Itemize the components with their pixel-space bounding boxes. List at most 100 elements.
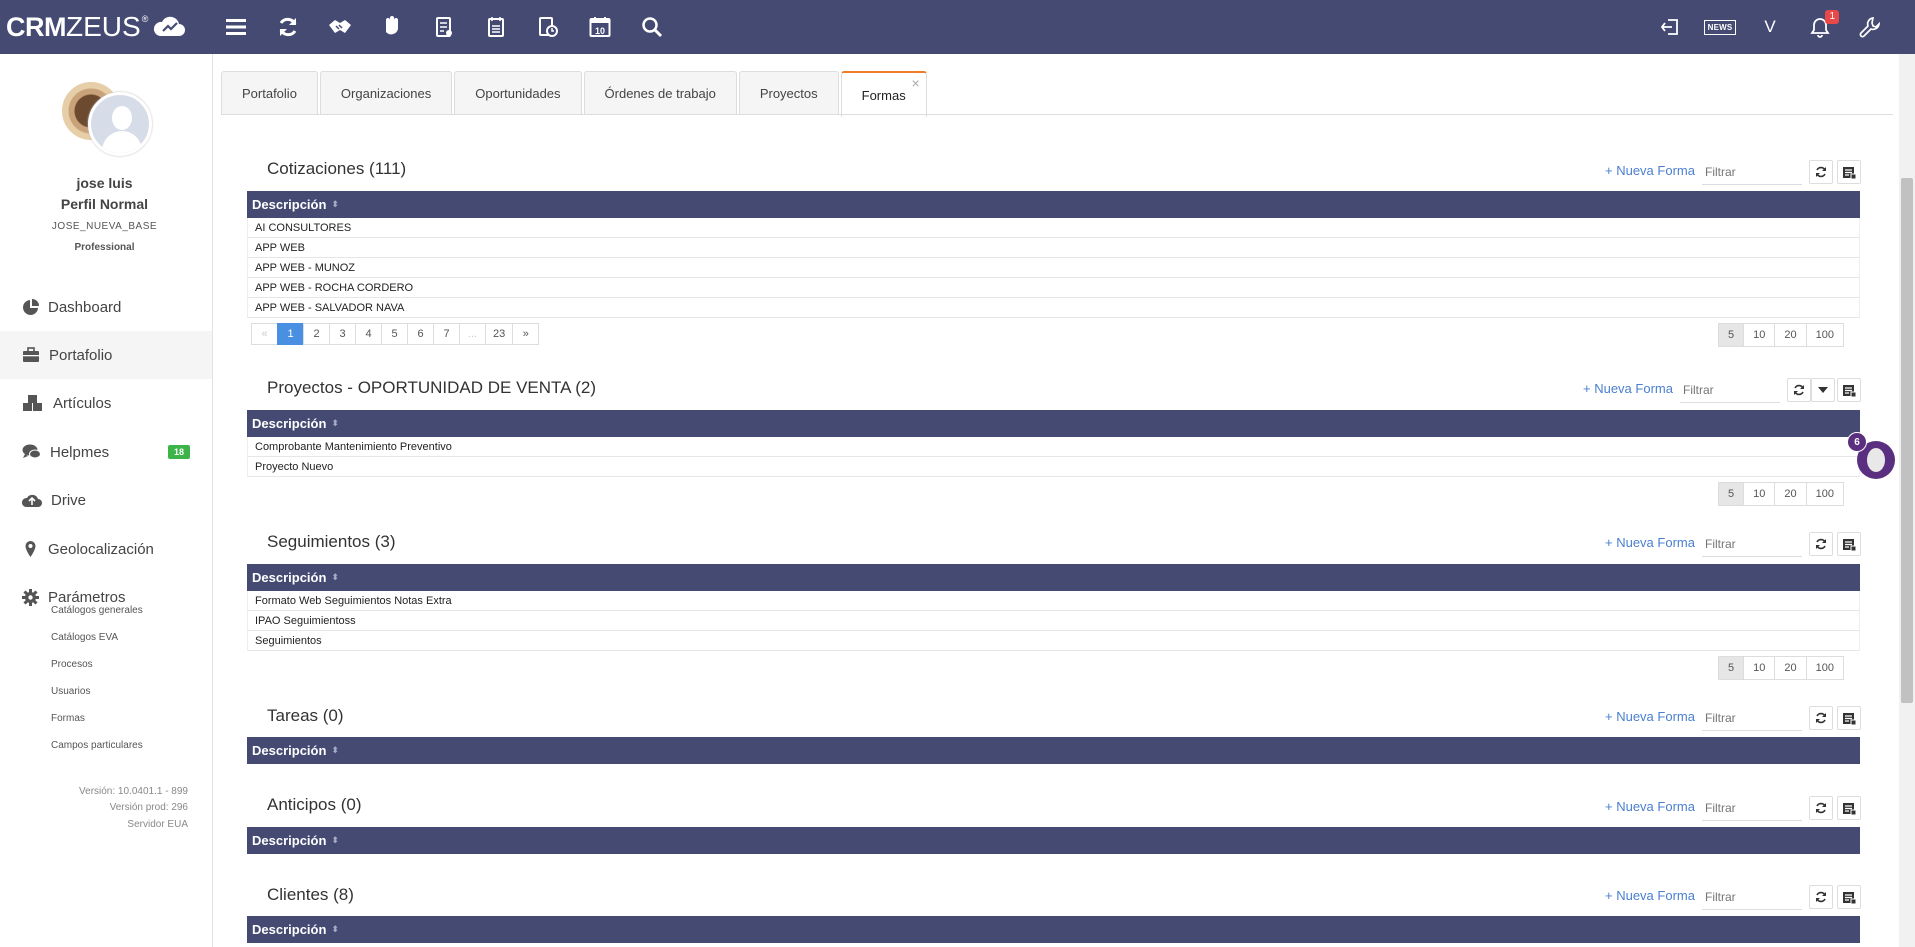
page-size-100[interactable]: 100 [1805, 656, 1844, 680]
filter-input[interactable] [1702, 531, 1802, 557]
page-4[interactable]: 4 [355, 323, 382, 345]
table-row[interactable]: Seguimientos [247, 631, 1860, 651]
new-form-link[interactable]: + Nueva Forma [1605, 163, 1695, 178]
table-row[interactable]: IPAO Seguimientoss [247, 611, 1860, 631]
new-form-link[interactable]: + Nueva Forma [1583, 381, 1673, 396]
page-size-100[interactable]: 100 [1805, 482, 1844, 506]
page-size-20[interactable]: 20 [1774, 323, 1807, 347]
page-next[interactable]: » [512, 323, 540, 345]
scrollbar-thumb[interactable] [1901, 178, 1913, 703]
filter-input[interactable] [1702, 705, 1802, 731]
document-list-icon[interactable] [418, 0, 470, 54]
filter-input[interactable] [1702, 159, 1802, 185]
export-button[interactable] [1837, 885, 1861, 909]
refresh-button[interactable] [1809, 160, 1833, 184]
table-row[interactable]: APP WEB - MUNOZ [247, 258, 1860, 278]
subnav-procesos[interactable]: Procesos [51, 659, 93, 670]
page-prev[interactable]: « [251, 323, 278, 345]
table-header[interactable]: Descripción ⬍ [247, 827, 1860, 854]
page-2[interactable]: 2 [303, 323, 330, 345]
new-form-link[interactable]: + Nueva Forma [1605, 535, 1695, 550]
tab-formas[interactable]: Formas × [840, 71, 927, 117]
page-scrollbar[interactable] [1899, 54, 1915, 947]
handshake-icon[interactable] [314, 0, 366, 54]
sort-icon[interactable]: ⬍ [331, 199, 339, 210]
sidebar-item-portafolio[interactable]: Portafolio [0, 331, 212, 379]
subnav-formas[interactable]: Formas [51, 713, 85, 724]
table-header[interactable]: Descripción ⬍ [247, 737, 1860, 764]
hand-money-icon[interactable] [366, 0, 418, 54]
refresh-button[interactable] [1787, 378, 1811, 402]
page-5[interactable]: 5 [381, 323, 408, 345]
table-header[interactable]: Descripción ⬍ [247, 410, 1860, 437]
subnav-campos-particulares[interactable]: Campos particulares [51, 740, 143, 751]
new-form-link[interactable]: + Nueva Forma [1605, 799, 1695, 814]
user-menu[interactable]: V [1745, 0, 1795, 54]
search-icon[interactable] [626, 0, 678, 54]
subnav-catalogos-generales[interactable]: Catálogos generales [51, 605, 143, 616]
refresh-button[interactable] [1809, 532, 1833, 556]
close-tab-icon[interactable]: × [912, 75, 920, 91]
news-icon[interactable]: NEWS [1695, 0, 1745, 54]
document-clock-icon[interactable] [522, 0, 574, 54]
export-button[interactable] [1837, 796, 1861, 820]
export-button[interactable] [1837, 706, 1861, 730]
tab-organizaciones[interactable]: Organizaciones [319, 71, 453, 115]
filter-input[interactable] [1680, 377, 1780, 403]
sidebar-item-helpmes[interactable]: Helpmes 18 [0, 428, 212, 476]
table-header[interactable]: Descripción ⬍ [247, 191, 1860, 218]
sort-icon[interactable]: ⬍ [331, 418, 339, 429]
page-size-10[interactable]: 10 [1743, 656, 1776, 680]
sort-icon[interactable]: ⬍ [331, 835, 339, 846]
table-row[interactable]: Proyecto Nuevo [247, 457, 1860, 477]
page-7[interactable]: 7 [433, 323, 460, 345]
page-3[interactable]: 3 [329, 323, 356, 345]
table-row[interactable]: APP WEB - ROCHA CORDERO [247, 278, 1860, 298]
table-row[interactable]: APP WEB [247, 238, 1860, 258]
page-size-5[interactable]: 5 [1718, 482, 1745, 506]
sidebar-item-geolocalizacion[interactable]: Geolocalización [0, 525, 212, 573]
logout-icon[interactable] [1645, 0, 1695, 54]
calendar-day-icon[interactable]: 10 [574, 0, 626, 54]
app-logo[interactable]: CRM ZEUS ® [0, 11, 210, 43]
table-row[interactable]: Formato Web Seguimientos Notas Extra [247, 591, 1860, 611]
refresh-button[interactable] [1809, 796, 1833, 820]
page-6[interactable]: 6 [407, 323, 434, 345]
calendar-list-icon[interactable] [470, 0, 522, 54]
page-size-5[interactable]: 5 [1718, 323, 1745, 347]
filter-input[interactable] [1702, 884, 1802, 910]
menu-icon[interactable] [210, 0, 262, 54]
table-row[interactable]: Comprobante Mantenimiento Preventivo [247, 437, 1860, 457]
tab-portafolio[interactable]: Portafolio [221, 71, 318, 115]
page-23[interactable]: 23 [485, 323, 514, 345]
new-form-link[interactable]: + Nueva Forma [1605, 709, 1695, 724]
page-size-20[interactable]: 20 [1774, 656, 1807, 680]
tab-oportunidades[interactable]: Oportunidades [454, 71, 582, 115]
sidebar-item-dashboard[interactable]: Dashboard [0, 283, 212, 331]
subnav-catalogos-eva[interactable]: Catálogos EVA [51, 632, 118, 643]
refresh-icon[interactable] [262, 0, 314, 54]
sort-icon[interactable]: ⬍ [331, 924, 339, 935]
page-size-5[interactable]: 5 [1718, 656, 1745, 680]
wrench-icon[interactable] [1845, 0, 1895, 54]
sort-icon[interactable]: ⬍ [331, 572, 339, 583]
export-button[interactable] [1837, 532, 1861, 556]
dropdown-button[interactable] [1811, 378, 1835, 402]
sidebar-item-drive[interactable]: Drive [0, 476, 212, 524]
table-header[interactable]: Descripción ⬍ [247, 564, 1860, 591]
table-header[interactable]: Descripción ⬍ [247, 916, 1860, 943]
export-button[interactable] [1837, 160, 1861, 184]
page-1[interactable]: 1 [277, 323, 304, 345]
new-form-link[interactable]: + Nueva Forma [1605, 888, 1695, 903]
page-size-10[interactable]: 10 [1743, 323, 1776, 347]
page-size-10[interactable]: 10 [1743, 482, 1776, 506]
filter-input[interactable] [1702, 795, 1802, 821]
table-row[interactable]: APP WEB - SALVADOR NAVA [247, 298, 1860, 318]
sidebar-item-articulos[interactable]: Artículos [0, 379, 212, 427]
page-size-100[interactable]: 100 [1805, 323, 1844, 347]
page-size-20[interactable]: 20 [1774, 482, 1807, 506]
sort-icon[interactable]: ⬍ [331, 745, 339, 756]
notifications-bell[interactable]: 1 [1795, 0, 1845, 54]
export-button[interactable] [1837, 378, 1861, 402]
tab-ordenes-de-trabajo[interactable]: Órdenes de trabajo [583, 71, 737, 115]
